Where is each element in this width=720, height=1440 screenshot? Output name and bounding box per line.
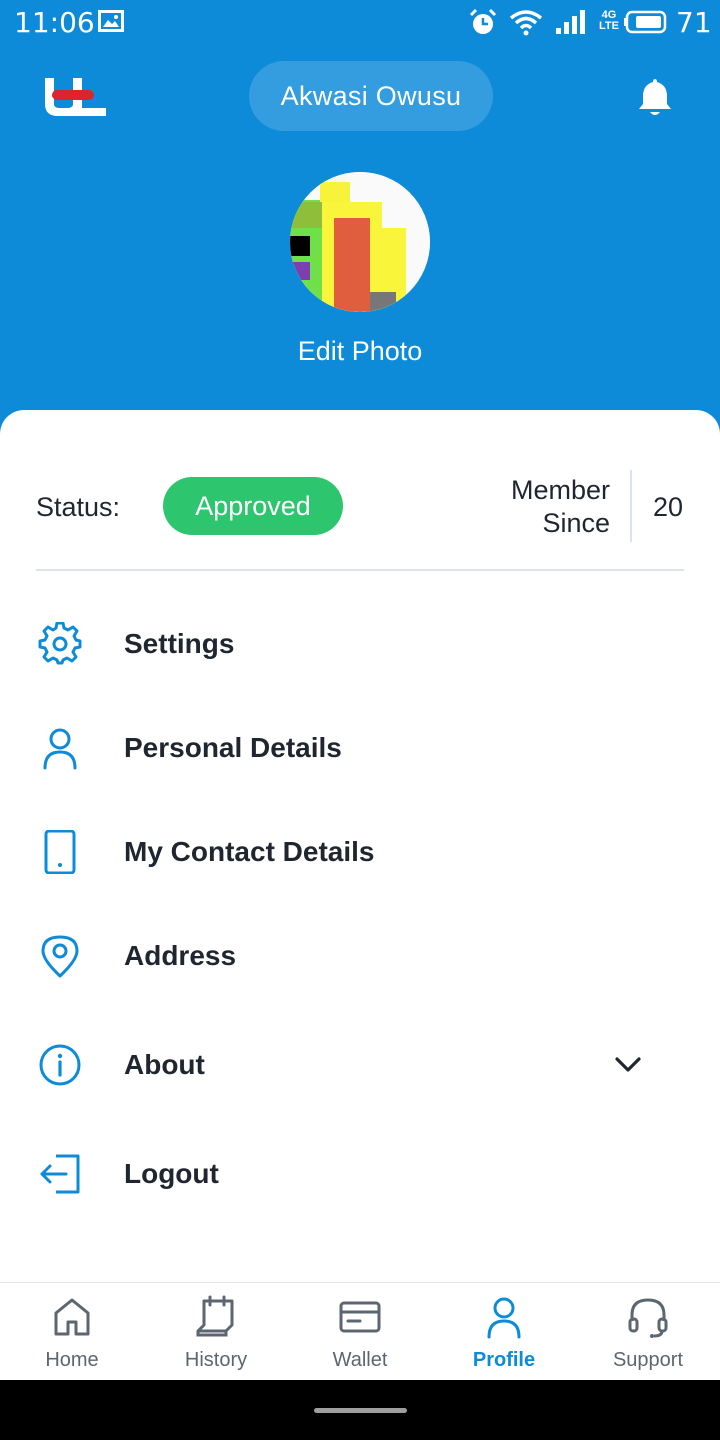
status-time: 11:06	[14, 6, 95, 39]
member-since-value: 20	[652, 492, 684, 522]
member-since-line2: Since	[542, 508, 610, 538]
battery-level: 71	[676, 6, 712, 39]
nav-item-support[interactable]: Support	[576, 1283, 720, 1381]
nav-item-history[interactable]: History	[144, 1283, 288, 1381]
nav-item-home[interactable]: Home	[0, 1283, 144, 1381]
edit-photo-link[interactable]: Edit Photo	[0, 336, 720, 367]
nav-label: Home	[45, 1349, 99, 1371]
image-notification-icon	[98, 10, 124, 32]
logout-icon	[40, 1154, 80, 1194]
status-label: Status:	[36, 492, 121, 522]
menu-label: Logout	[124, 1158, 219, 1189]
chevron-down-icon[interactable]	[612, 1051, 644, 1079]
headset-icon	[628, 1298, 668, 1338]
system-navigation-bar	[0, 1380, 720, 1440]
menu-item-about[interactable]: About	[0, 1025, 720, 1105]
nav-label: Wallet	[332, 1349, 388, 1371]
wallet-icon	[339, 1301, 381, 1333]
alarm-icon	[469, 8, 497, 34]
nav-label: Profile	[472, 1349, 536, 1371]
info-icon	[39, 1044, 81, 1086]
home-gesture-handle[interactable]	[314, 1408, 407, 1413]
section-divider	[36, 569, 684, 571]
menu-item-contact-details[interactable]: My Contact Details	[0, 812, 720, 892]
menu-label: Address	[124, 940, 237, 971]
menu-label: Personal Details	[124, 732, 342, 763]
member-since-line1: Member	[510, 475, 610, 505]
gear-icon	[38, 622, 82, 665]
nav-item-profile[interactable]: Profile	[432, 1283, 576, 1381]
nav-item-wallet[interactable]: Wallet	[288, 1283, 432, 1381]
profile-avatar[interactable]	[290, 172, 430, 312]
battery-icon	[624, 10, 667, 34]
menu-item-personal-details[interactable]: Personal Details	[0, 708, 720, 788]
user-name-pill[interactable]: Akwasi Owusu	[249, 61, 493, 131]
status-bar: 11:06 4G LTE 71	[0, 0, 720, 46]
menu-label: Settings	[124, 628, 235, 659]
profile-icon	[487, 1297, 521, 1339]
wifi-icon	[509, 10, 543, 36]
menu-item-logout[interactable]: Logout	[0, 1134, 720, 1214]
nav-label: Support	[612, 1349, 684, 1371]
network-type: 4G LTE	[596, 10, 622, 32]
menu-label: About	[124, 1049, 205, 1080]
status-badge: Approved	[163, 477, 343, 535]
bottom-navigation: Home History Wallet Profile Support	[0, 1282, 720, 1380]
network-type-bottom: LTE	[599, 20, 619, 32]
location-pin-icon	[41, 935, 79, 978]
phone-icon	[44, 830, 76, 874]
member-since-label: Member Since	[480, 474, 610, 540]
user-icon	[43, 728, 77, 770]
nav-label: History	[184, 1349, 248, 1371]
signal-icon	[556, 10, 585, 34]
menu-item-settings[interactable]: Settings	[0, 604, 720, 684]
history-icon	[196, 1295, 234, 1337]
bell-icon[interactable]	[636, 76, 674, 118]
home-icon	[54, 1298, 90, 1336]
app-logo[interactable]	[42, 76, 108, 118]
menu-label: My Contact Details	[124, 836, 375, 867]
menu-item-address[interactable]: Address	[0, 916, 720, 996]
